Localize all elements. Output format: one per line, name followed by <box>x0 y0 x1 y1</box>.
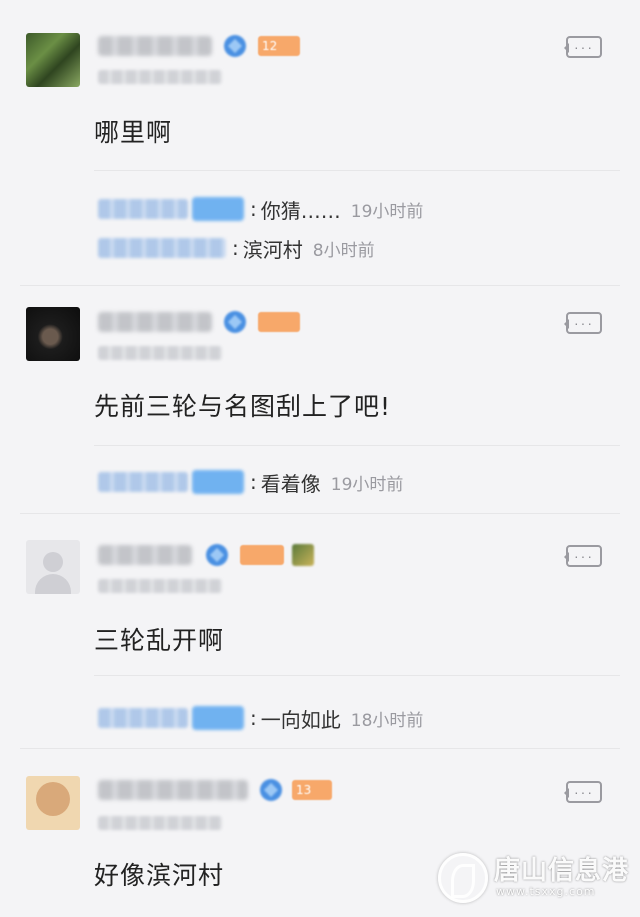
author-role-badge <box>192 706 244 730</box>
avatar[interactable] <box>26 540 80 594</box>
comment-more-button[interactable]: ··· <box>564 312 602 334</box>
avatar-face <box>36 782 70 816</box>
reply-username-blurred[interactable] <box>98 238 226 258</box>
author-role-badge <box>192 470 244 494</box>
reply-item[interactable]: : 滨河村 8小时前 <box>98 233 375 263</box>
verified-badge-icon <box>224 311 246 333</box>
comment-text: 三轮乱开啊 <box>94 626 225 655</box>
divider <box>94 445 620 446</box>
reply-time: 19小时前 <box>350 201 424 222</box>
comment-feed: 12 ··· 哪里啊 : 你猜…… 19小时前 : 滨河村 8小时前 ··· 先… <box>0 0 640 917</box>
reply-text: 滨河村 <box>242 237 303 262</box>
avatar[interactable] <box>26 307 80 361</box>
avatar[interactable] <box>26 33 80 87</box>
comment-text: 哪里啊 <box>94 118 173 147</box>
level-badge: 12 <box>258 36 300 56</box>
reply-time: 8小时前 <box>312 240 375 261</box>
watermark-text: 唐山信息港 www.tsxxg.com <box>494 857 629 899</box>
watermark-title: 唐山信息港 <box>494 856 630 886</box>
divider <box>94 170 620 171</box>
verified-badge-icon <box>260 779 282 801</box>
verified-badge-icon <box>224 35 246 57</box>
comment-more-icon: ··· <box>574 784 594 800</box>
watermark-url: www.tsxxg.com <box>496 885 596 898</box>
reply-colon: : <box>250 470 257 494</box>
comment-more-icon: ··· <box>574 39 594 55</box>
site-logo-icon <box>438 853 488 903</box>
reply-colon: : <box>250 197 257 221</box>
default-avatar-head <box>43 552 63 572</box>
comment-more-icon: ··· <box>574 315 594 331</box>
comment-more-icon: ··· <box>574 548 594 564</box>
username-blurred[interactable] <box>98 312 212 332</box>
reply-username-blurred[interactable] <box>98 199 188 219</box>
reply-text: 一向如此 <box>260 707 341 732</box>
reply-item[interactable]: : 一向如此 18小时前 <box>98 703 423 733</box>
comment-item: ··· 三轮乱开啊 : 一向如此 18小时前 <box>0 513 640 748</box>
reply-text: 你猜…… <box>260 198 341 223</box>
username-blurred[interactable] <box>98 36 212 56</box>
level-badge: 13 <box>292 780 332 800</box>
comment-more-button[interactable]: ··· <box>564 781 602 803</box>
verified-badge-icon <box>206 544 228 566</box>
comment-text: 先前三轮与名图刮上了吧! <box>94 392 392 421</box>
level-badge <box>240 545 284 565</box>
reply-item[interactable]: : 你猜…… 19小时前 <box>98 194 423 224</box>
post-meta-blurred <box>98 816 222 830</box>
post-meta-blurred <box>98 579 222 593</box>
medal-icon <box>292 544 314 566</box>
reply-username-blurred[interactable] <box>98 708 188 728</box>
username-blurred[interactable] <box>98 545 192 565</box>
comment-more-button[interactable]: ··· <box>564 545 602 567</box>
username-blurred[interactable] <box>98 780 248 800</box>
reply-time: 18小时前 <box>350 710 424 731</box>
reply-colon: : <box>232 236 239 260</box>
reply-username-blurred[interactable] <box>98 472 188 492</box>
post-meta-blurred <box>98 70 222 84</box>
post-meta-blurred <box>98 346 222 360</box>
level-badge <box>258 312 300 332</box>
reply-colon: : <box>250 706 257 730</box>
author-role-badge <box>192 197 244 221</box>
divider <box>94 675 620 676</box>
reply-item[interactable]: : 看着像 19小时前 <box>98 467 403 497</box>
comment-text: 好像滨河村 <box>94 861 225 890</box>
site-watermark: 唐山信息港 www.tsxxg.com <box>438 848 629 908</box>
reply-time: 19小时前 <box>330 474 404 495</box>
comment-more-button[interactable]: ··· <box>564 36 602 58</box>
comment-item: ··· 先前三轮与名图刮上了吧! : 看着像 19小时前 <box>0 285 640 513</box>
reply-text: 看着像 <box>260 471 321 496</box>
avatar[interactable] <box>26 776 80 830</box>
default-avatar-body <box>35 574 71 594</box>
comment-item: 12 ··· 哪里啊 : 你猜…… 19小时前 : 滨河村 8小时前 <box>0 0 640 285</box>
